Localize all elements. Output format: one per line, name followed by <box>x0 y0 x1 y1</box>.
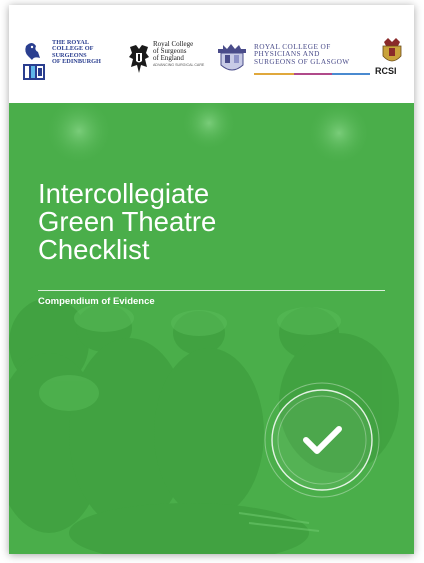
title-line-1: Intercollegiate <box>38 178 210 209</box>
green-cover: Intercollegiate Green Theatre Checklist … <box>9 103 414 554</box>
document-subtitle: Compendium of Evidence <box>38 296 155 307</box>
rcseng-crest-icon <box>129 45 149 73</box>
rcpsg-crest-icon <box>218 44 246 71</box>
document-title: Intercollegiate Green Theatre Checklist <box>38 180 378 264</box>
document-cover-page: THE ROYAL COLLEGE OF SURGEONS OF EDINBUR… <box>9 5 414 554</box>
rcsed-logo: THE ROYAL COLLEGE OF SURGEONS OF EDINBUR… <box>22 39 122 84</box>
checkmark-circle-icon <box>264 382 380 498</box>
rcsi-wordmark: RCSI <box>375 66 397 76</box>
title-line-2: Green Theatre <box>38 206 217 237</box>
title-divider <box>38 290 385 291</box>
title-line-3: Checklist <box>38 234 150 265</box>
rcsed-crest-icon <box>23 43 45 80</box>
rcpsg-logo: ROYAL COLLEGE OF PHYSICIANS AND SURGEONS… <box>217 43 377 79</box>
rcsed-line-4: OF EDINBURGH <box>52 57 101 65</box>
rcseng-line-3: of England <box>153 54 184 62</box>
logo-header: THE ROYAL COLLEGE OF SURGEONS OF EDINBUR… <box>9 5 414 103</box>
rcseng-tagline: ADVANCING SURGICAL CARE <box>153 63 205 67</box>
rcsi-crest-icon <box>382 38 402 62</box>
rcpsg-line-3: SURGEONS OF GLASGOW <box>254 56 350 66</box>
rcpsg-color-bar-icon <box>254 73 370 75</box>
rcseng-logo: Royal College of Surgeons of England ADV… <box>127 41 217 81</box>
rcsi-logo: RCSI <box>375 38 409 82</box>
